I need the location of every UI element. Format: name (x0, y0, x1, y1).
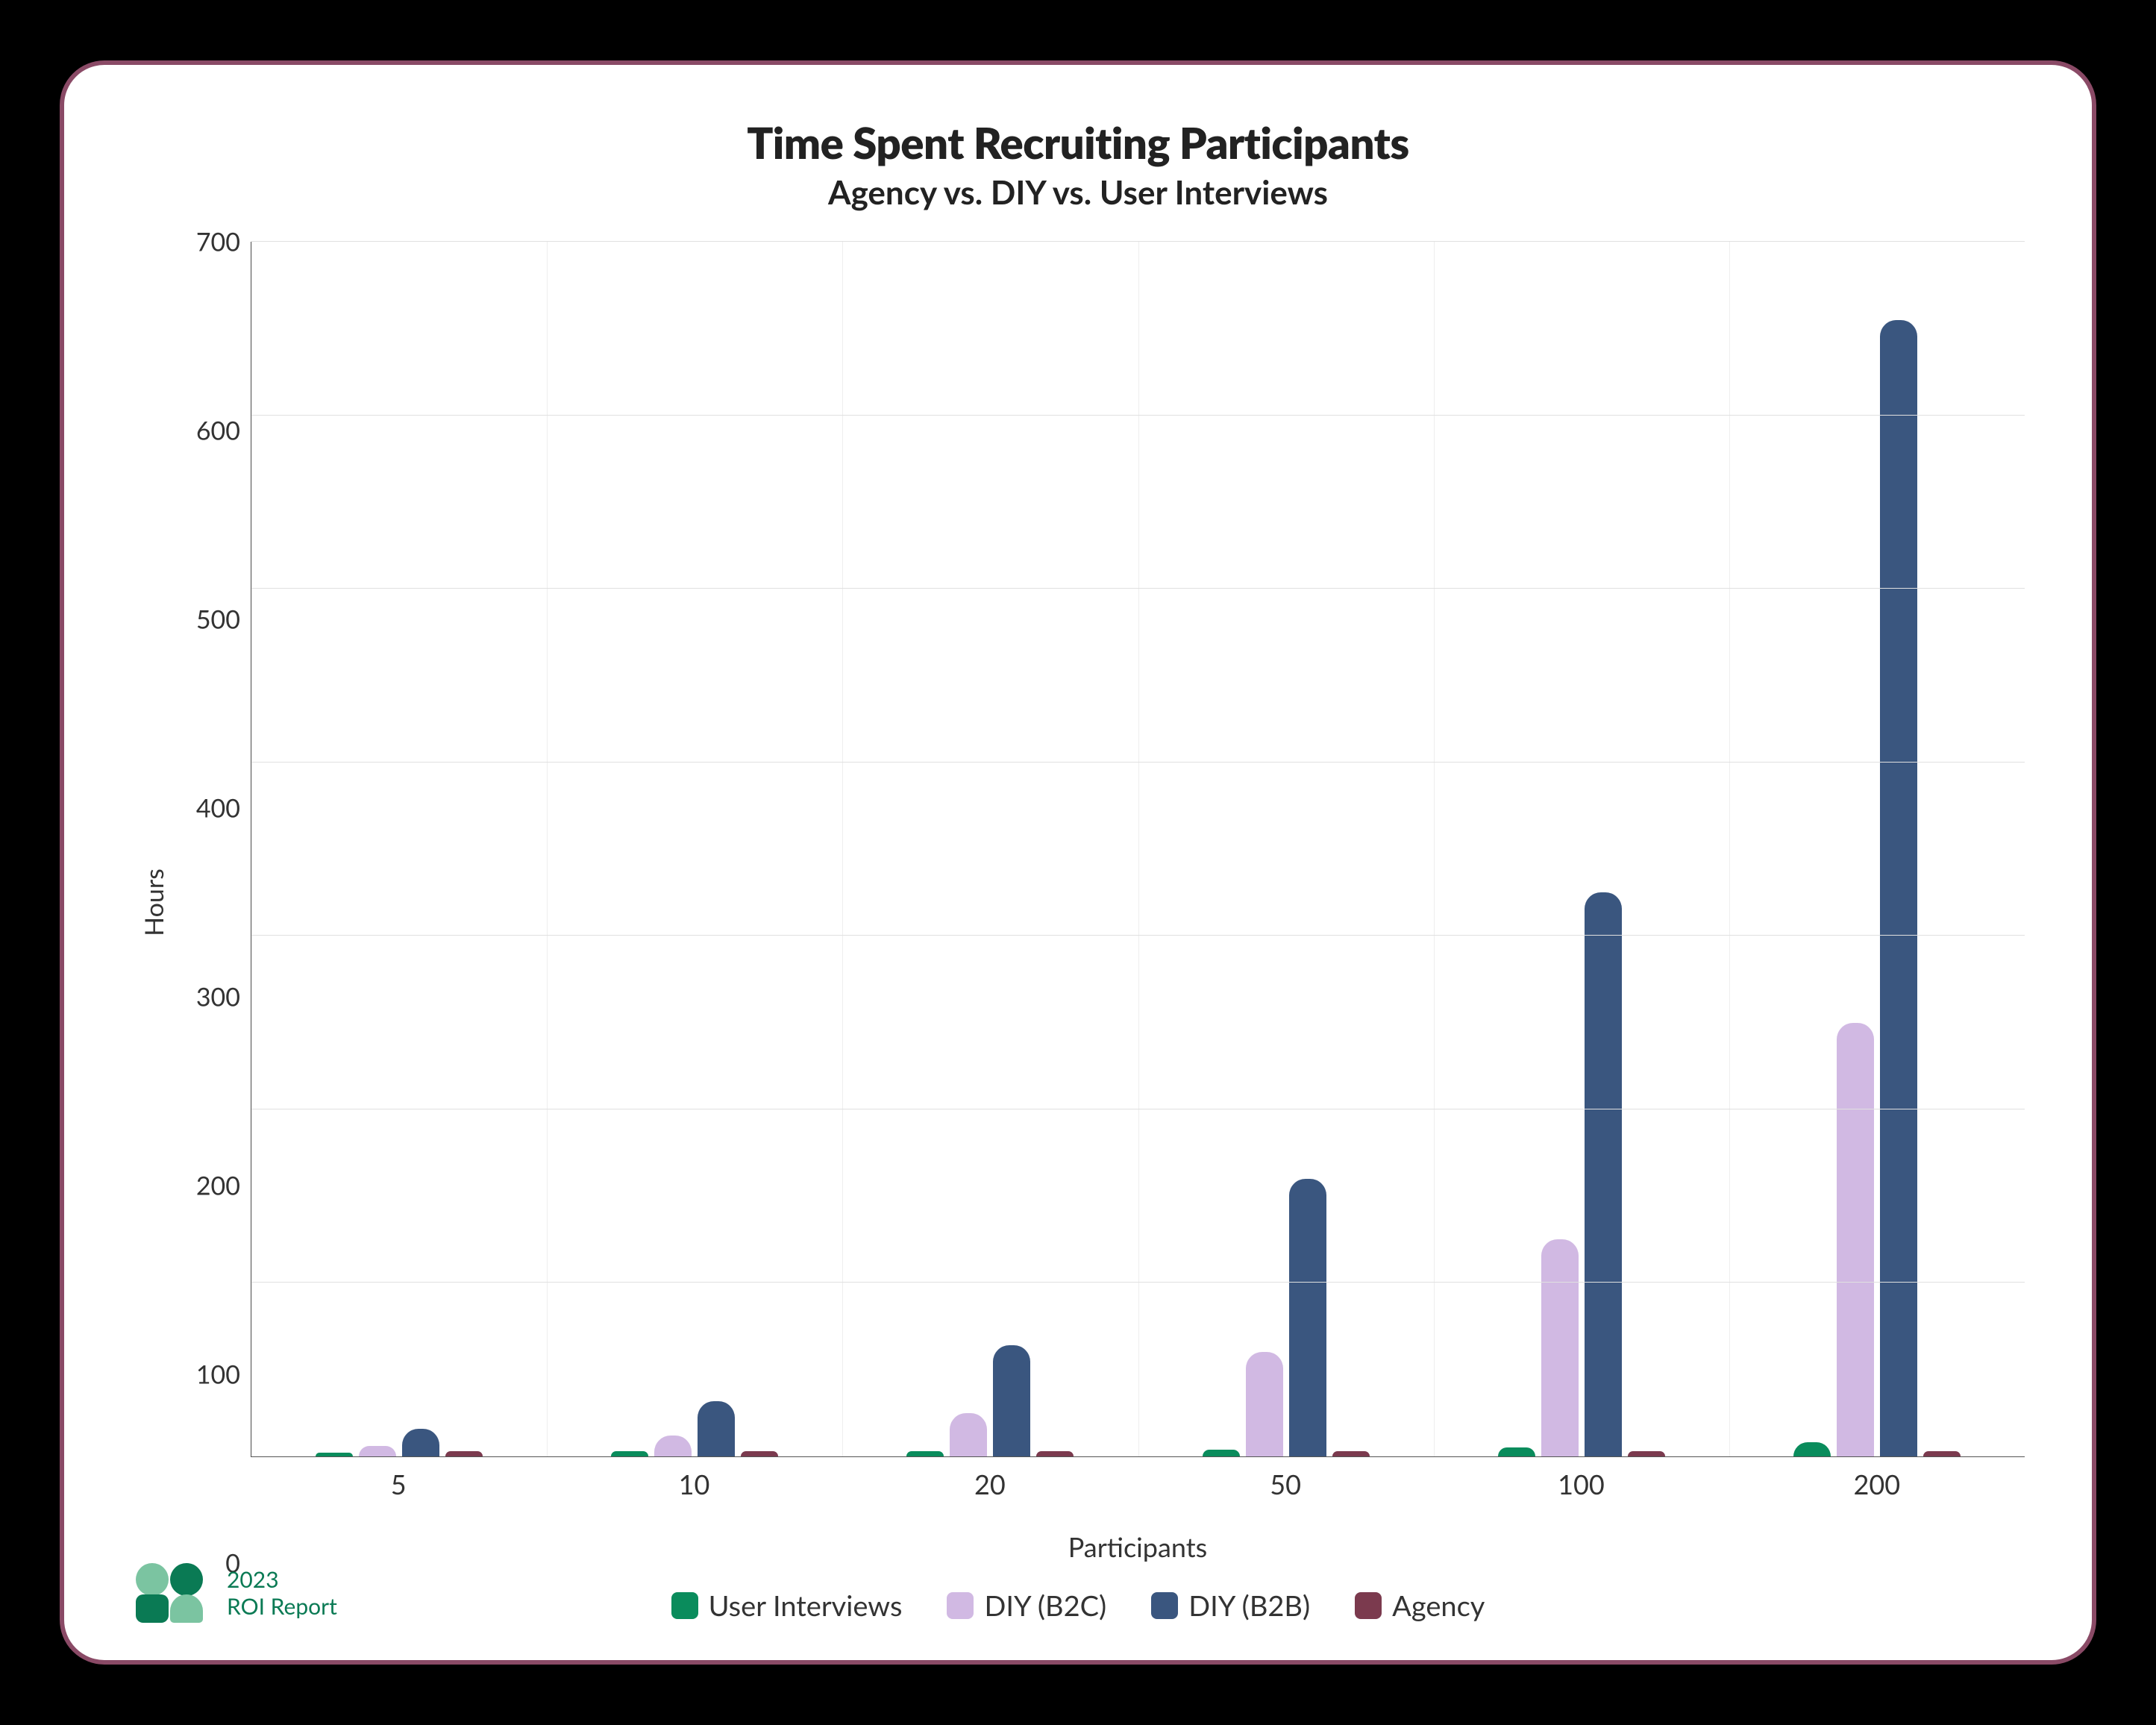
legend-label: User Interviews (709, 1588, 903, 1623)
bar (1498, 1447, 1535, 1456)
plot-column: 5102050100200 Participants (251, 242, 2025, 1563)
brand-logo-icon (131, 1563, 213, 1623)
bar (1541, 1239, 1579, 1456)
bar (698, 1401, 735, 1456)
legend-swatch (671, 1592, 698, 1619)
legend-item: Agency (1355, 1588, 1485, 1623)
chart-subtitle: Agency vs. DIY vs. User Interviews (131, 173, 2025, 212)
y-tick: 100 (196, 1359, 240, 1390)
bar (1036, 1451, 1074, 1456)
gridline (251, 588, 2025, 589)
bar-group (1729, 242, 2025, 1456)
gridline (251, 241, 2025, 242)
bar-group (547, 242, 842, 1456)
y-axis-label-col: Hours (131, 242, 176, 1563)
y-tick: 600 (196, 416, 240, 446)
legend-swatch (1355, 1592, 1382, 1619)
legend-swatch (947, 1592, 974, 1619)
chart-title: Time Spent Recruiting Participants (131, 117, 2025, 169)
y-tick: 400 (196, 793, 240, 824)
gridline (251, 415, 2025, 416)
gridline (251, 935, 2025, 936)
bar (1585, 892, 1622, 1456)
brand-line1: 2023 (227, 1566, 337, 1593)
y-tick: 700 (196, 227, 240, 257)
bar (1628, 1451, 1665, 1456)
brand-text: 2023 ROI Report (227, 1566, 337, 1620)
x-tick: 50 (1138, 1468, 1433, 1500)
legend-label: DIY (B2B) (1188, 1588, 1310, 1623)
bar (1332, 1451, 1370, 1456)
x-tick: 10 (546, 1468, 842, 1500)
bar-group (1434, 242, 1729, 1456)
chart-area: Hours 0100200300400500600700 51020501002… (131, 242, 2025, 1563)
bar (359, 1446, 396, 1456)
y-axis-label: Hours (139, 868, 169, 936)
bar (611, 1451, 648, 1456)
bar (1793, 1442, 1831, 1456)
bar (1837, 1023, 1874, 1456)
bar-group (842, 242, 1138, 1456)
legend-label: DIY (B2C) (984, 1588, 1106, 1623)
brand-line2: ROI Report (227, 1593, 337, 1620)
bar-group (1138, 242, 1434, 1456)
legend-item: DIY (B2B) (1151, 1588, 1310, 1623)
brand-badge: 2023 ROI Report (131, 1563, 337, 1623)
bar-group (251, 242, 547, 1456)
bar (950, 1413, 987, 1456)
y-tick: 200 (196, 1171, 240, 1201)
legend-label: Agency (1392, 1588, 1485, 1623)
plot-area (251, 242, 2025, 1457)
x-axis-label: Participants (251, 1530, 2025, 1563)
legend: User Interviews DIY (B2C) DIY (B2B) Agency (131, 1588, 2025, 1623)
chart-card: Time Spent Recruiting Participants Agenc… (60, 60, 2096, 1665)
bar (402, 1429, 439, 1456)
title-block: Time Spent Recruiting Participants Agenc… (131, 117, 2025, 212)
x-axis-ticks: 5102050100200 (251, 1468, 2025, 1500)
x-tick: 200 (1729, 1468, 2025, 1500)
x-tick: 20 (842, 1468, 1138, 1500)
x-tick: 100 (1433, 1468, 1729, 1500)
bar (741, 1451, 778, 1456)
x-tick: 5 (251, 1468, 546, 1500)
bar (1289, 1179, 1326, 1456)
gridline (251, 762, 2025, 763)
bar (1246, 1352, 1283, 1456)
y-tick: 500 (196, 604, 240, 635)
bar-groups (251, 242, 2025, 1456)
bar (1880, 320, 1917, 1456)
bar (316, 1453, 353, 1456)
y-axis-ticks: 0100200300400500600700 (176, 242, 251, 1563)
bar (906, 1451, 944, 1456)
bar (1203, 1450, 1240, 1456)
gridline (251, 1282, 2025, 1283)
legend-item: User Interviews (671, 1588, 903, 1623)
legend-swatch (1151, 1592, 1178, 1619)
bar (993, 1345, 1030, 1456)
bar (1923, 1451, 1961, 1456)
bar (654, 1436, 692, 1456)
legend-item: DIY (B2C) (947, 1588, 1106, 1623)
bar (445, 1451, 483, 1456)
y-tick: 300 (196, 982, 240, 1012)
